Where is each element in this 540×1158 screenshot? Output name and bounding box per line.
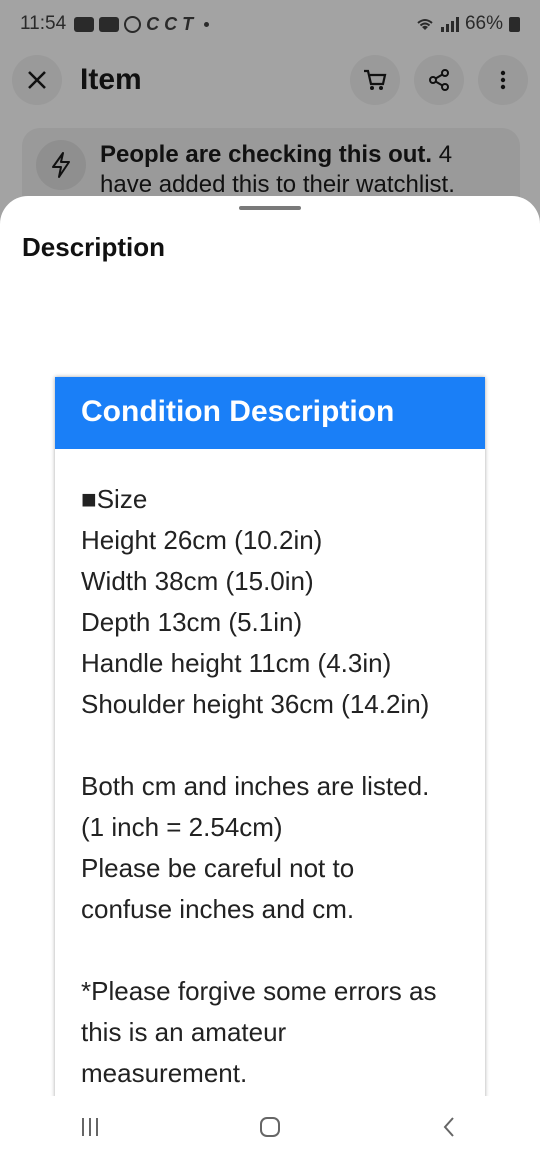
condition-line: *Please forgive some errors as	[81, 976, 437, 1006]
close-button[interactable]	[12, 55, 62, 105]
c-app-icon: C	[164, 13, 178, 34]
recent-apps-button[interactable]	[60, 1107, 120, 1147]
condition-line: this is an amateur	[81, 1017, 287, 1047]
page-title: Item	[80, 63, 142, 96]
lightning-icon	[36, 140, 86, 190]
wifi-icon	[417, 19, 433, 30]
cart-button[interactable]	[350, 55, 400, 105]
condition-body: ■Size Height 26cm (10.2in) Width 38cm (1…	[55, 449, 485, 1096]
youtube-icon	[74, 16, 95, 32]
home-button[interactable]	[240, 1107, 300, 1147]
condition-line: Depth 13cm (5.1in)	[81, 607, 303, 637]
condition-line: Please be careful not to	[81, 853, 355, 883]
home-icon	[260, 1117, 280, 1137]
back-button[interactable]	[420, 1107, 480, 1147]
line-spacer	[81, 930, 459, 971]
battery-icon	[509, 16, 520, 32]
condition-card: Condition Description ■Size Height 26cm …	[55, 377, 485, 1096]
cart-icon	[364, 69, 387, 90]
more-notifications-icon	[204, 21, 210, 27]
status-bar: 11:54 C C T 66%	[0, 0, 540, 48]
condition-line: Shoulder height 36cm (14.2in)	[81, 689, 430, 719]
share-button[interactable]	[414, 55, 464, 105]
share-icon	[429, 69, 449, 91]
back-icon	[443, 1117, 454, 1137]
close-icon	[28, 71, 46, 89]
status-time: 11:54	[20, 13, 67, 34]
more-options-button[interactable]	[478, 55, 528, 105]
sheet-title: Description	[22, 232, 166, 262]
condition-line: measurement.	[81, 1058, 248, 1088]
battery-percent: 66%	[464, 13, 503, 34]
app-bar: Item	[0, 52, 540, 108]
condition-line: Height 26cm (10.2in)	[81, 525, 323, 555]
amex-icon	[124, 15, 142, 33]
sheet-drag-handle[interactable]	[239, 206, 301, 210]
condition-line: Width 38cm (15.0in)	[81, 566, 314, 596]
carrier-icon: T	[182, 13, 194, 34]
youtube-icon	[99, 16, 120, 32]
recent-apps-icon	[82, 1118, 98, 1136]
signal-icon	[440, 16, 459, 32]
system-nav-bar	[0, 1096, 540, 1158]
notification-icons: C C T	[74, 13, 210, 35]
c-app-icon: C	[146, 13, 160, 34]
condition-line: Handle height 11cm (4.3in)	[81, 648, 392, 678]
condition-line: (1 inch = 2.54cm)	[81, 812, 283, 842]
condition-line: ■Size	[81, 484, 148, 514]
condition-line: Both cm and inches are listed.	[81, 771, 430, 801]
description-sheet: Description Condition Description ■Size …	[0, 196, 540, 1096]
line-spacer	[81, 725, 459, 766]
more-vertical-icon	[500, 70, 506, 90]
condition-line: confuse inches and cm.	[81, 894, 355, 924]
condition-header: Condition Description	[55, 377, 485, 449]
banner-headline: People are checking this out.	[100, 141, 433, 168]
